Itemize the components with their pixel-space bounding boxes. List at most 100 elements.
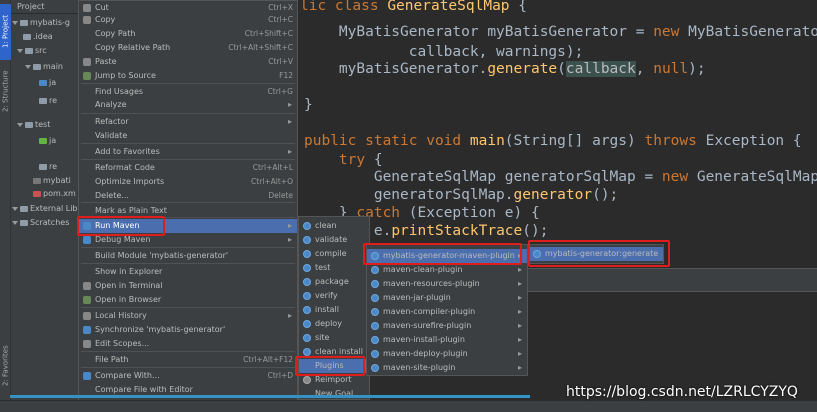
folder-icon — [33, 63, 41, 70]
maven-goal-site[interactable]: site — [299, 331, 369, 345]
submenu-item-label: site — [315, 333, 330, 342]
menu-item-find-usages[interactable]: Find Usages Ctrl+G — [79, 85, 297, 99]
menu-item-copy[interactable]: Copy Ctrl+C — [79, 13, 297, 27]
menu-item-label: Validate — [95, 131, 128, 140]
code-line[interactable]: generatorSqlMap.generator(); — [304, 185, 618, 205]
tree-item-test-java[interactable]: ja — [39, 134, 56, 147]
code-token: new — [661, 169, 697, 185]
menu-item-edit-scopes[interactable]: Edit Scopes... — [79, 337, 297, 351]
plugin-maven-resources-plugin[interactable]: maven-resources-plugin ▸ — [367, 277, 527, 291]
plugin-maven-install-plugin[interactable]: maven-install-plugin ▸ — [367, 333, 527, 347]
tree-item-test[interactable]: test — [17, 118, 50, 131]
menu-item-reformat-code[interactable]: Reformat Code Ctrl+Alt+L — [79, 161, 297, 175]
tree-item-root[interactable]: mybatis-g — [12, 16, 70, 29]
maven-goal-validate[interactable]: validate — [299, 233, 369, 247]
code-line[interactable]: } — [304, 95, 313, 115]
menu-item-label: Compare With... — [95, 371, 160, 380]
expand-arrow-icon — [12, 220, 18, 225]
maven-goal-new-goal[interactable]: New Goal... — [299, 387, 369, 401]
submenu-item-label: deploy — [315, 319, 342, 328]
code-token: null — [653, 61, 689, 77]
menu-item-jump-to-source[interactable]: Jump to Source F12 — [79, 69, 297, 83]
tree-item-test-resources[interactable]: re — [39, 160, 57, 173]
menu-item-refactor[interactable]: Refactor ▸ — [79, 115, 297, 129]
code-token: (String[] args) — [504, 133, 645, 149]
code-token: (); — [522, 223, 549, 239]
menu-separator — [81, 247, 295, 248]
menu-item-open-in-terminal[interactable]: Open in Terminal — [79, 279, 297, 293]
code-line[interactable]: public static void main(String[] args) t… — [304, 131, 802, 151]
tree-item-external-libs[interactable]: External Lib — [12, 202, 78, 215]
code-line[interactable]: MyBatisGenerator myBatisGenerator = new … — [304, 22, 817, 42]
menu-item-shortcut: F12 — [279, 71, 293, 80]
menu-item-label: Reformat Code — [95, 163, 155, 172]
library-icon — [20, 205, 28, 212]
menu-item-label: Copy Relative Path — [95, 43, 171, 52]
code-line[interactable]: myBatisGenerator.generate(callback, null… — [304, 59, 706, 79]
menu-item-show-in-explorer[interactable]: Show in Explorer — [79, 265, 297, 279]
menu-separator — [81, 263, 295, 264]
menu-item-paste[interactable]: Paste Ctrl+V — [79, 55, 297, 69]
menu-separator — [81, 83, 295, 84]
menu-item-label: Delete... — [95, 191, 129, 200]
favorites-tool-tab[interactable]: 2: Favorites — [0, 340, 11, 392]
code-token: Exception { — [705, 133, 802, 149]
menu-item-label: Mark as Plain Text — [95, 206, 167, 215]
menu-separator — [81, 307, 295, 308]
tree-item-pom[interactable]: pom.xm — [33, 187, 76, 200]
maven-gear-icon — [303, 320, 311, 328]
submenu-item-label: verify — [315, 291, 338, 300]
folder-icon — [39, 79, 47, 86]
tree-item-scratches[interactable]: Scratches — [12, 216, 69, 229]
menu-item-open-in-browser[interactable]: Open in Browser — [79, 293, 297, 307]
menu-item-analyze[interactable]: Analyze ▸ — [79, 98, 297, 112]
menu-item-compare-with[interactable]: Compare With... Ctrl+D — [79, 369, 297, 383]
code-line[interactable]: lic class GenerateSqlMap { — [300, 0, 527, 16]
menu-item-shortcut: Ctrl+Shift+C — [244, 29, 293, 38]
plugin-maven-clean-plugin[interactable]: maven-clean-plugin ▸ — [367, 263, 527, 277]
code-token: throws — [644, 133, 706, 149]
tree-item-java[interactable]: ja — [39, 76, 56, 89]
maven-goal-clean[interactable]: clean — [299, 219, 369, 233]
menu-item-add-to-favorites[interactable]: Add to Favorites ▸ — [79, 145, 297, 159]
menu-item-local-history[interactable]: Local History ▸ — [79, 309, 297, 323]
code-line[interactable]: GenerateSqlMap generatorSqlMap = new Gen… — [304, 167, 817, 187]
maven-goal-package[interactable]: package — [299, 275, 369, 289]
menu-item-build-module-mybatis-generator[interactable]: Build Module 'mybatis-generator' — [79, 249, 297, 263]
structure-tool-tab[interactable]: 2: Structure — [0, 66, 11, 116]
menu-separator — [81, 113, 295, 114]
tree-item-idea[interactable]: .idea — [23, 30, 53, 43]
plugin-maven-site-plugin[interactable]: maven-site-plugin ▸ — [367, 361, 527, 375]
menu-item-optimize-imports[interactable]: Optimize Imports Ctrl+Alt+O — [79, 175, 297, 189]
maven-goal-test[interactable]: test — [299, 261, 369, 275]
tree-item-resources[interactable]: re — [39, 94, 57, 107]
file-icon — [33, 177, 41, 184]
maven-plugin-icon — [371, 364, 379, 372]
menu-item-label: Add to Favorites — [95, 147, 160, 156]
plugin-maven-surefire-plugin[interactable]: maven-surefire-plugin ▸ — [367, 319, 527, 333]
menu-item-synchronize-mybatis-generator[interactable]: Synchronize 'mybatis-generator' — [79, 323, 297, 337]
maven-goal-verify[interactable]: verify — [299, 289, 369, 303]
menu-item-copy-path[interactable]: Copy Path Ctrl+Shift+C — [79, 27, 297, 41]
plugin-maven-compiler-plugin[interactable]: maven-compiler-plugin ▸ — [367, 305, 527, 319]
code-token: ); — [688, 61, 706, 77]
maven-goal-compile[interactable]: compile — [299, 247, 369, 261]
maven-goal-install[interactable]: install — [299, 303, 369, 317]
menu-item-delete[interactable]: Delete... Delete — [79, 189, 297, 203]
maven-goal-deploy[interactable]: deploy — [299, 317, 369, 331]
tree-item-iml[interactable]: mybati — [33, 174, 71, 187]
plugin-maven-deploy-plugin[interactable]: maven-deploy-plugin ▸ — [367, 347, 527, 361]
menu-item-validate[interactable]: Validate — [79, 129, 297, 143]
menu-item-icon — [83, 296, 91, 304]
expand-arrow-icon — [17, 48, 23, 53]
menu-item-file-path[interactable]: File Path Ctrl+Alt+F12 — [79, 353, 297, 367]
tree-item-main[interactable]: main — [25, 60, 63, 73]
project-panel-header[interactable]: Project — [11, 0, 78, 14]
project-tool-tab[interactable]: 1: Project — [0, 4, 11, 60]
code-token: generator — [513, 187, 593, 203]
plugin-maven-jar-plugin[interactable]: maven-jar-plugin ▸ — [367, 291, 527, 305]
tree-item-src[interactable]: src — [17, 44, 47, 57]
tree-label: External Lib — [30, 204, 78, 213]
menu-item-copy-relative-path[interactable]: Copy Relative Path Ctrl+Alt+Shift+C — [79, 41, 297, 55]
status-bar — [0, 400, 817, 412]
